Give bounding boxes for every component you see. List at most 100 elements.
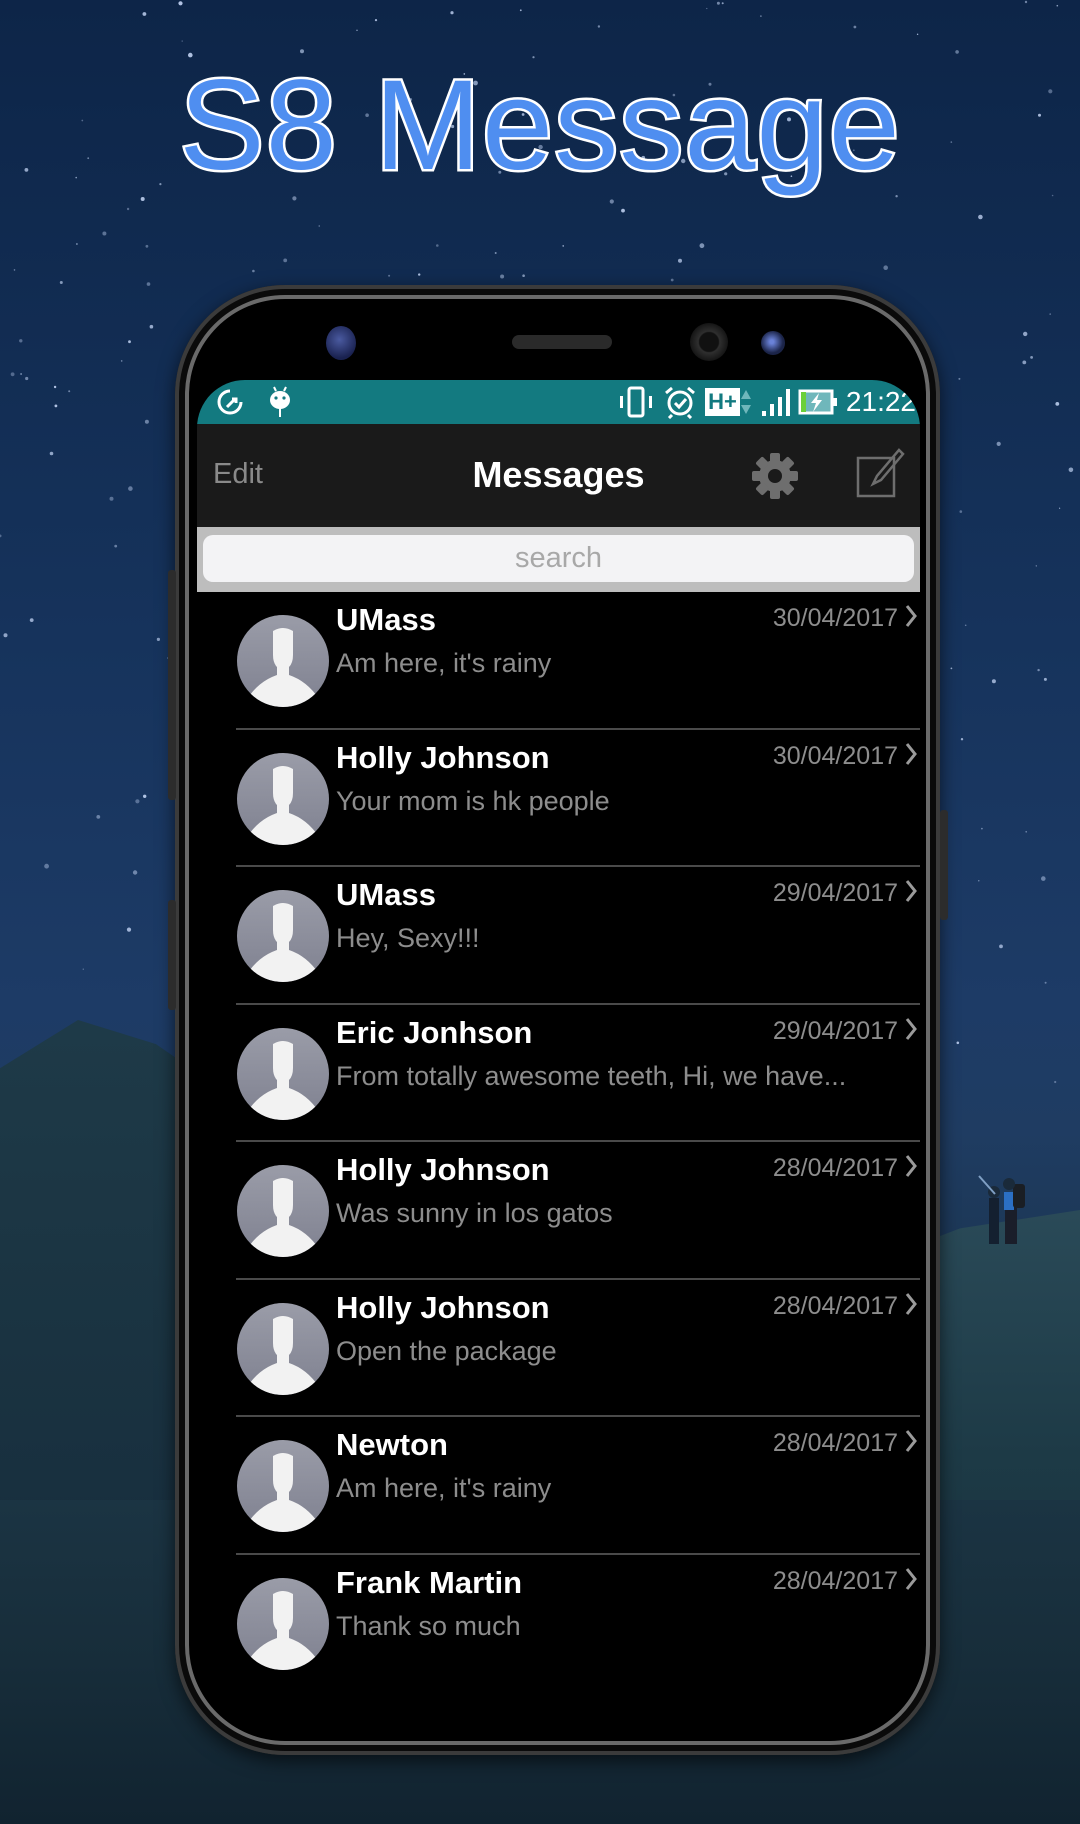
star [960,738,964,741]
star [13,269,16,271]
message-preview: Hey, Sexy!!! [336,923,480,953]
star [999,944,1003,949]
star [10,372,15,377]
star [978,214,983,220]
contact-name: Holly Johnson [336,739,550,775]
volume-button [168,570,176,800]
star [959,510,963,513]
battery-charging-icon [798,389,837,415]
contact-name: Frank Martin [336,1564,523,1600]
star [1055,402,1060,406]
conversation-row[interactable]: Newton Am here, it's rainy 28/04/2017 [197,1417,920,1555]
star [283,258,288,263]
contact-name: Holly Johnson [336,1289,550,1325]
star [522,274,525,278]
message-preview: From totally awesome teeth, Hi, we have.… [336,1060,847,1091]
star [1024,0,1028,4]
chevron-right-icon [905,1567,917,1590]
star [609,199,614,204]
avatar [237,1440,329,1532]
star [1041,876,1046,881]
star [494,252,497,254]
star [716,1,720,5]
star [252,269,255,273]
star [76,243,78,245]
star [143,794,147,798]
search-input[interactable] [203,535,914,582]
conversation-row[interactable]: Eric Jonhson From totally awesome teeth,… [197,1005,920,1142]
star [519,9,522,12]
data-saver-icon [217,389,243,415]
contact-name: UMass [336,877,436,912]
star [978,880,980,882]
star [1037,668,1040,672]
star [126,927,132,932]
star [156,637,160,642]
signal-icon [761,389,790,416]
star [20,373,22,375]
conversation-row[interactable]: Holly Johnson Your mom is hk people 30/0… [197,730,920,867]
star [53,385,57,389]
conversation-row[interactable]: UMass Am here, it's rainy 30/04/2017 [197,592,920,730]
star [1044,981,1047,984]
star [956,1041,960,1045]
earpiece-speaker [512,335,612,349]
star [0,534,2,538]
default-contact-icon [247,1315,319,1395]
message-preview: Am here, it's rainy [336,1473,552,1503]
chevron-right-icon [905,742,917,765]
promo-title: S8 Message [177,54,903,197]
star [1049,313,1051,315]
conversation-row[interactable]: Holly Johnson Open the package 28/04/201… [197,1280,920,1417]
star [853,25,857,29]
message-date: 29/04/2017 [772,1016,898,1045]
app-header: Edit Messages [197,424,920,527]
star [721,2,724,5]
conversation-row[interactable]: Holly Johnson Was sunny in los gatos 28/… [197,1142,920,1280]
star [996,441,1001,446]
star [621,208,625,213]
conversation-row[interactable]: UMass Hey, Sexy!!! 29/04/2017 [197,867,920,1005]
star [114,544,118,548]
status-bar: H+ 21:22 [197,380,920,424]
avatar [237,752,329,845]
chevron-right-icon [905,605,917,627]
star [1025,831,1027,833]
vibrate-icon [620,386,653,418]
star [19,339,23,343]
star [562,245,564,247]
star [135,799,140,804]
star [181,40,183,42]
star [44,863,49,869]
gear-icon[interactable] [750,451,800,501]
star [1059,507,1061,509]
avatar [237,1302,329,1395]
star [1051,194,1054,197]
bixby-button [168,900,176,1010]
avatar [237,1027,329,1120]
conversation-row[interactable]: Frank Martin Thank so much 28/04/2017 [197,1555,920,1681]
message-date: 28/04/2017 [772,1291,898,1320]
message-preview: Your mom is hk people [336,785,610,816]
star [964,624,967,627]
star [450,11,454,15]
default-contact-icon [247,1453,319,1532]
star [436,244,439,247]
compose-icon[interactable] [855,446,905,500]
star [120,360,123,362]
contact-name: Holly Johnson [336,1152,550,1187]
status-time: 21:22 [845,386,916,417]
star [356,29,358,31]
iris-scanner-icon [761,331,785,355]
star [102,231,107,236]
message-date: 30/04/2017 [772,741,898,770]
star [706,7,708,10]
star [916,33,919,35]
chevron-right-icon [905,1292,917,1315]
star [883,265,888,271]
default-contact-icon [247,1040,319,1120]
chevron-right-icon [905,1430,917,1452]
chevron-right-icon [905,1017,917,1040]
star [955,50,959,54]
star [374,19,378,22]
